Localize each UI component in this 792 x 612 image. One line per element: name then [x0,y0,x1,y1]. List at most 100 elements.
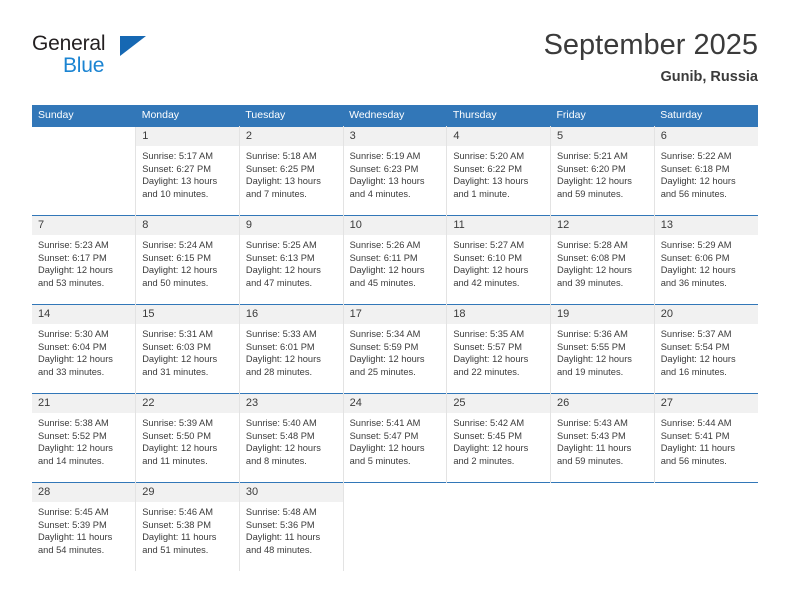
day-info-daylight2: and 50 minutes. [142,277,209,288]
day-number: 4 [447,127,551,146]
day-info-daylight1: Daylight: 12 hours [38,354,113,365]
day-cell[interactable]: 5 Sunrise: 5:21 AM Sunset: 6:20 PM Daylight… [550,126,655,216]
day-cell[interactable]: 4 Sunrise: 5:20 AM Sunset: 6:22 PM Daylight… [446,126,552,216]
day-info-daylight2: and 25 minutes. [349,366,416,377]
day-cell[interactable]: 14 Sunrise: 5:30 AM Sunset: 6:04 PM Dayligh… [32,304,137,394]
day-info-sunrise: Sunrise: 5:35 AM [453,329,525,339]
day-number: 29 [136,483,239,502]
day-info-daylight1: Daylight: 12 hours [38,443,113,454]
day-number: 6 [654,127,758,146]
day-cell[interactable]: 6 Sunrise: 5:22 AM Sunset: 6:18 PM Daylight… [653,126,758,216]
day-info-sunset: Sunset: 5:43 PM [557,430,626,441]
day-cell[interactable]: 21 Sunrise: 5:38 AM Sunset: 5:52 PM Dayligh… [32,393,137,483]
day-info-sunrise: Sunrise: 5:34 AM [349,329,421,339]
day-info-sunset: Sunset: 5:55 PM [557,341,626,352]
day-info-sunrise: Sunrise: 5:36 AM [557,329,628,339]
day-cell[interactable]: 17 Sunrise: 5:34 AM Sunset: 5:59 PM Dayligh… [342,304,448,394]
day-cell-empty [654,482,758,571]
day-info-daylight1: Daylight: 13 hours [453,176,529,187]
day-cell[interactable]: 2 Sunrise: 5:18 AM Sunset: 6:25 PM Daylight… [238,126,344,216]
day-cell[interactable]: 30 Sunrise: 5:48 AM Sunset: 5:36 PM Dayligh… [238,482,344,571]
day-number: 19 [551,305,654,324]
day-info-daylight2: and 16 minutes. [660,366,727,377]
day-number: 16 [239,305,343,324]
day-info-daylight2: and 8 minutes. [245,455,307,466]
day-info-sunset: Sunset: 6:08 PM [557,252,626,263]
day-info-sunrise: Sunrise: 5:41 AM [349,418,421,428]
day-info-daylight2: and 56 minutes. [660,188,727,199]
day-info-daylight2: and 53 minutes. [38,277,105,288]
day-info-sunset: Sunset: 6:15 PM [142,252,211,263]
day-cell[interactable]: 24 Sunrise: 5:41 AM Sunset: 5:47 PM Dayligh… [342,393,448,483]
day-number: 23 [239,394,343,413]
day-info: Sunrise: 5:28 AM Sunset: 6:08 PM Daylight:… [551,235,654,289]
calendar-week-row: 28 Sunrise: 5:45 AM Sunset: 5:39 PM Dayligh… [32,482,758,571]
day-cell[interactable]: 19 Sunrise: 5:36 AM Sunset: 5:55 PM Dayligh… [550,304,655,394]
day-info-daylight2: and 10 minutes. [142,188,209,199]
day-info-sunset: Sunset: 6:03 PM [142,341,211,352]
day-cell[interactable]: 9 Sunrise: 5:25 AM Sunset: 6:13 PM Daylight… [238,215,344,305]
day-info-daylight2: and 11 minutes. [142,455,208,466]
day-number: 1 [136,127,239,146]
day-info-daylight2: and 14 minutes. [38,455,105,466]
day-cell[interactable]: 28 Sunrise: 5:45 AM Sunset: 5:39 PM Dayligh… [32,482,137,571]
day-info-sunset: Sunset: 5:39 PM [38,519,107,530]
brand-logo[interactable]: General Blue [32,32,162,82]
calendar-body: 1 Sunrise: 5:17 AM Sunset: 6:27 PM Daylight… [32,126,758,571]
day-info-sunrise: Sunrise: 5:27 AM [453,240,525,250]
day-cell[interactable]: 3 Sunrise: 5:19 AM Sunset: 6:23 PM Daylight… [342,126,448,216]
day-cell[interactable]: 7 Sunrise: 5:23 AM Sunset: 6:17 PM Daylight… [32,215,137,305]
day-cell[interactable]: 25 Sunrise: 5:42 AM Sunset: 5:45 PM Dayligh… [446,393,552,483]
day-cell[interactable]: 11 Sunrise: 5:27 AM Sunset: 6:10 PM Dayligh… [446,215,552,305]
day-number: 14 [32,305,136,324]
weekday-header-wednesday: Wednesday [343,105,447,127]
day-info-daylight1: Daylight: 11 hours [142,532,217,543]
day-info-daylight2: and 54 minutes. [38,544,105,555]
day-cell[interactable]: 16 Sunrise: 5:33 AM Sunset: 6:01 PM Dayligh… [238,304,344,394]
day-number: 11 [447,216,551,235]
day-cell[interactable]: 27 Sunrise: 5:44 AM Sunset: 5:41 PM Dayligh… [653,393,758,483]
day-info-daylight1: Daylight: 12 hours [660,176,736,187]
calendar-table: Sunday Monday Tuesday Wednesday Thursday… [32,105,758,571]
day-cell[interactable]: 22 Sunrise: 5:39 AM Sunset: 5:50 PM Dayligh… [135,393,240,483]
day-cell[interactable]: 20 Sunrise: 5:37 AM Sunset: 5:54 PM Dayligh… [653,304,758,394]
day-info-sunrise: Sunrise: 5:18 AM [245,151,317,161]
day-info-sunrise: Sunrise: 5:31 AM [142,329,214,339]
day-info-sunset: Sunset: 6:18 PM [660,163,730,174]
weekday-header-friday: Friday [550,105,655,127]
day-number: 7 [32,216,136,235]
day-cell[interactable]: 1 Sunrise: 5:17 AM Sunset: 6:27 PM Daylight… [135,126,240,216]
day-info-daylight2: and 2 minutes. [453,455,515,466]
day-number: 30 [239,483,343,502]
day-info-sunset: Sunset: 6:23 PM [349,163,419,174]
day-info: Sunrise: 5:26 AM Sunset: 6:11 PM Daylight:… [344,235,447,289]
day-info-sunset: Sunset: 6:20 PM [557,163,626,174]
day-cell[interactable]: 10 Sunrise: 5:26 AM Sunset: 6:11 PM Dayligh… [342,215,448,305]
day-number [551,483,655,502]
day-info-sunset: Sunset: 6:01 PM [245,341,315,352]
day-cell[interactable]: 12 Sunrise: 5:28 AM Sunset: 6:08 PM Dayligh… [550,215,655,305]
day-cell[interactable]: 18 Sunrise: 5:35 AM Sunset: 5:57 PM Dayligh… [446,304,552,394]
day-info-sunrise: Sunrise: 5:48 AM [245,507,317,517]
day-cell[interactable]: 15 Sunrise: 5:31 AM Sunset: 6:03 PM Dayligh… [135,304,240,394]
day-info-daylight1: Daylight: 12 hours [38,265,113,276]
calendar-week-row: 14 Sunrise: 5:30 AM Sunset: 6:04 PM Dayligh… [32,304,758,394]
day-cell[interactable]: 26 Sunrise: 5:43 AM Sunset: 5:43 PM Dayligh… [550,393,655,483]
triangle-icon [120,36,146,56]
day-cell[interactable]: 13 Sunrise: 5:29 AM Sunset: 6:06 PM Dayligh… [653,215,758,305]
calendar-week-row: 1 Sunrise: 5:17 AM Sunset: 6:27 PM Daylight… [32,126,758,216]
day-info-sunrise: Sunrise: 5:19 AM [349,151,421,161]
day-cell[interactable]: 23 Sunrise: 5:40 AM Sunset: 5:48 PM Dayligh… [238,393,344,483]
day-cell[interactable]: 29 Sunrise: 5:46 AM Sunset: 5:38 PM Dayligh… [135,482,240,571]
day-info-daylight2: and 33 minutes. [38,366,105,377]
brand-name-blue: Blue [63,54,105,77]
day-info-sunset: Sunset: 6:06 PM [660,252,730,263]
day-info: Sunrise: 5:30 AM Sunset: 6:04 PM Daylight:… [32,324,135,378]
day-info: Sunrise: 5:34 AM Sunset: 5:59 PM Daylight:… [344,324,447,378]
day-info-sunrise: Sunrise: 5:30 AM [38,329,109,339]
day-info-daylight2: and 59 minutes. [557,455,624,466]
day-cell[interactable]: 8 Sunrise: 5:24 AM Sunset: 6:15 PM Daylight… [135,215,240,305]
weekday-header-saturday: Saturday [654,105,758,127]
day-info-sunrise: Sunrise: 5:22 AM [660,151,732,161]
day-info-sunset: Sunset: 6:27 PM [142,163,211,174]
